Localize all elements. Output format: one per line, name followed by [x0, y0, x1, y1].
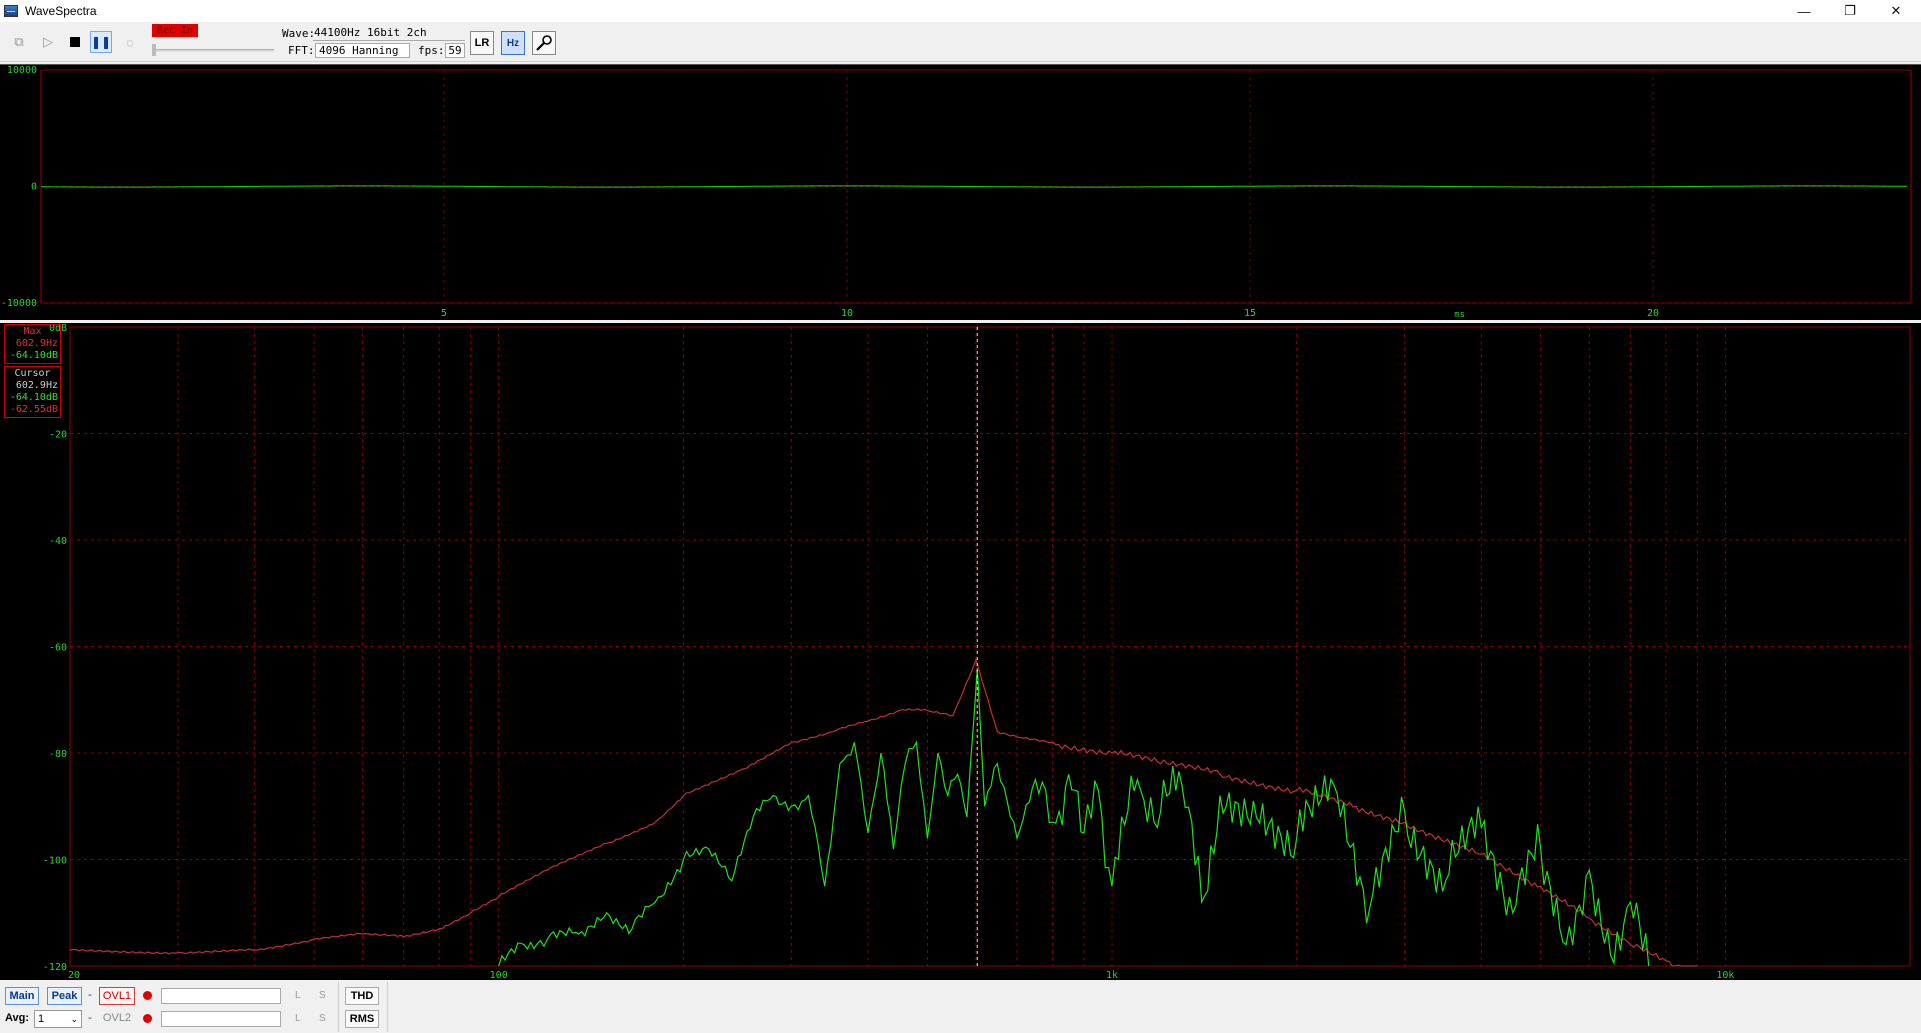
- wave-x-unit: ms: [1454, 310, 1465, 320]
- rec-input-badge: Rec In: [152, 24, 198, 37]
- spectrum-plot[interactable]: 0dB-20-40-60-80-100-12020 100 1k 10k: [0, 323, 1921, 981]
- live-spectrum-trace: [498, 668, 1650, 967]
- wave-x-tick: 5: [441, 308, 447, 319]
- avg-select[interactable]: 1 ⌄: [34, 1010, 82, 1028]
- frequency-scale-button[interactable]: Hz: [501, 31, 525, 55]
- wave-format-value: 44100Hz 16bit 2ch: [313, 26, 465, 41]
- cursor-frequency: 602.9Hz: [15, 380, 58, 391]
- stereo-label-2: S: [319, 1013, 326, 1024]
- chevron-down-icon: ⌄: [70, 1014, 78, 1024]
- spectrum-panel[interactable]: 0dB -20 -40 -60 -80 -100 -120 20 100 1k 10k Max 60…: [0, 323, 1921, 981]
- wave-y-tick: 0: [31, 182, 37, 193]
- app-icon: [4, 5, 18, 17]
- waveform-panel[interactable]: 10000 0 -10000 5 10 15 20 ms: [0, 64, 1921, 320]
- channel-lr-button[interactable]: LR: [470, 31, 494, 55]
- level-meter-1: [161, 988, 281, 1004]
- wave-x-tick: 20: [1647, 308, 1659, 319]
- spec-y-tick: -40: [49, 536, 67, 547]
- ovl1-indicator[interactable]: OVL1: [99, 987, 135, 1005]
- waveform-plot[interactable]: 10000 0 -10000 5 10 15 20 ms: [0, 65, 1921, 321]
- pause-icon: ❚❚: [90, 35, 112, 49]
- stop-icon: [70, 37, 80, 47]
- main-button[interactable]: Main: [5, 987, 39, 1005]
- rec-level-slider[interactable]: [152, 49, 274, 52]
- play-icon[interactable]: ▷: [37, 31, 59, 53]
- divider-2: [387, 982, 388, 1032]
- cursor-title: Cursor: [14, 368, 51, 379]
- rec-level-thumb[interactable]: [152, 44, 156, 56]
- settings-button[interactable]: [532, 31, 556, 55]
- stereo-label-1: S: [319, 990, 326, 1001]
- spectrum-frame: [69, 326, 1911, 967]
- close-button[interactable]: ✕: [1873, 0, 1919, 22]
- fps-value: 59: [445, 43, 465, 58]
- max-level: -64.10dB: [9, 350, 58, 361]
- cursor-level-left: -64.10dB: [9, 392, 58, 403]
- pause-button[interactable]: ❚❚: [90, 31, 112, 53]
- fft-setting-field[interactable]: 4096 Hanning: [315, 43, 410, 58]
- wave-x-tick: 10: [841, 308, 853, 319]
- spec-y-tick: -120: [43, 962, 67, 973]
- rms-button[interactable]: RMS: [345, 1010, 379, 1028]
- rec-dot-icon-2: [143, 1014, 152, 1023]
- status-bar: [0, 980, 1921, 1033]
- lr-icon: LR: [474, 37, 490, 49]
- dash-separator-2: -: [88, 1012, 92, 1024]
- record-icon[interactable]: ◌: [119, 31, 141, 53]
- wrench-icon: [536, 35, 552, 51]
- fft-label: FFT:: [288, 44, 315, 57]
- fps-label: fps:: [418, 44, 445, 57]
- wave-label: Wave:: [282, 27, 316, 40]
- max-readout-box: Max 602.9Hz -64.10dB: [4, 324, 61, 364]
- ovl2-indicator[interactable]: OVL2: [99, 1010, 135, 1028]
- spec-x-tick: 20: [68, 970, 80, 980]
- left-channel-label-2: L: [295, 1013, 301, 1024]
- waveform-trace: [41, 185, 1907, 188]
- avg-label: Avg:: [5, 1012, 30, 1024]
- spec-y-tick: -60: [49, 643, 67, 654]
- wave-y-tick: 10000: [7, 65, 37, 76]
- divider: [338, 982, 339, 1032]
- cursor-readout-box: Cursor 602.9Hz -64.10dB -62.55dB: [4, 366, 61, 418]
- wave-x-tick: 15: [1244, 308, 1256, 319]
- spec-y-tick: -20: [49, 430, 67, 441]
- level-meter-2: [161, 1011, 281, 1027]
- spec-y-tick: -80: [49, 749, 67, 760]
- spec-x-tick: 1k: [1106, 970, 1118, 980]
- minimize-button[interactable]: —: [1781, 0, 1827, 22]
- max-frequency: 602.9Hz: [15, 338, 58, 349]
- copy-icon[interactable]: ⧉: [8, 31, 30, 53]
- cursor-level-right: -62.55dB: [9, 404, 58, 415]
- hz-icon: Hz: [506, 37, 520, 49]
- title-bar: WaveSpectra — ❐ ✕: [0, 0, 1921, 22]
- spec-y-tick: -100: [43, 856, 67, 867]
- dash-separator: -: [88, 989, 92, 1001]
- restore-button[interactable]: ❐: [1827, 0, 1873, 22]
- wave-y-tick: -10000: [1, 298, 37, 309]
- spec-x-tick: 10k: [1716, 970, 1734, 980]
- left-channel-label-1: L: [295, 990, 301, 1001]
- peak-button[interactable]: Peak: [47, 987, 82, 1005]
- window-title: WaveSpectra: [25, 4, 97, 18]
- rec-dot-icon: [143, 991, 152, 1000]
- stop-button[interactable]: [64, 31, 86, 53]
- max-title: Max: [23, 326, 42, 337]
- thd-button[interactable]: THD: [345, 987, 379, 1005]
- spec-x-tick: 100: [490, 970, 508, 980]
